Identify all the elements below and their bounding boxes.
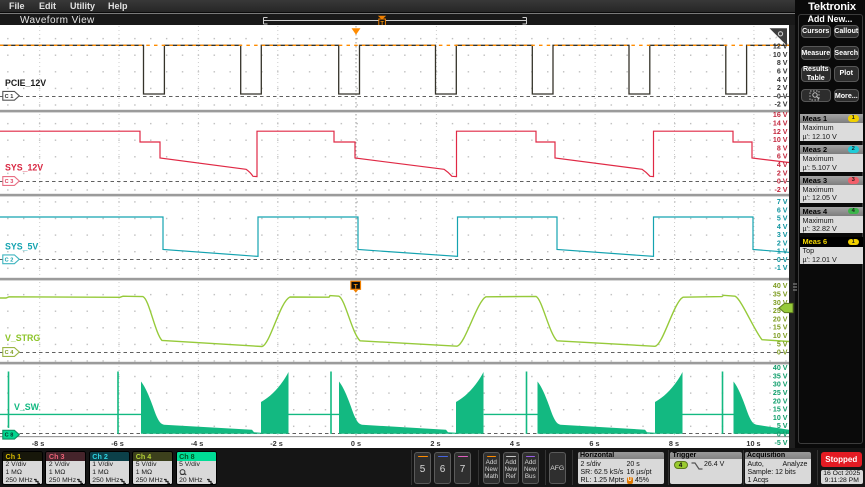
svg-text:-2 s: -2 s xyxy=(270,439,283,448)
svg-text:30 V: 30 V xyxy=(773,381,788,389)
svg-text:C 4: C 4 xyxy=(5,350,15,356)
svg-text:-1 V: -1 V xyxy=(774,264,787,272)
svg-text:7 V: 7 V xyxy=(777,198,788,206)
svg-text:40 V: 40 V xyxy=(773,282,788,290)
svg-text:10 V: 10 V xyxy=(773,414,788,422)
svg-text:4 s: 4 s xyxy=(510,439,520,448)
svg-text:15 V: 15 V xyxy=(773,324,788,332)
svg-text:40 V: 40 V xyxy=(773,364,788,372)
svg-text:8 s: 8 s xyxy=(669,439,679,448)
svg-text:-5 V: -5 V xyxy=(774,439,787,447)
svg-text:PCIE_12V: PCIE_12V xyxy=(5,78,46,88)
svg-text:14 V: 14 V xyxy=(773,120,788,128)
svg-text:10 V: 10 V xyxy=(773,51,788,59)
svg-text:1 V: 1 V xyxy=(777,248,788,256)
svg-text:6 V: 6 V xyxy=(777,153,788,161)
svg-text:C 1: C 1 xyxy=(5,94,14,100)
svg-text:-4 s: -4 s xyxy=(191,439,204,448)
svg-text:C 3: C 3 xyxy=(5,179,14,185)
svg-text:20 V: 20 V xyxy=(773,397,788,405)
svg-text:20 V: 20 V xyxy=(773,315,788,323)
svg-text:4 V: 4 V xyxy=(777,223,788,231)
svg-text:2 V: 2 V xyxy=(777,169,788,177)
svg-text:15 V: 15 V xyxy=(773,406,788,414)
svg-text:-2 V: -2 V xyxy=(774,101,787,109)
svg-text:-6 s: -6 s xyxy=(111,439,124,448)
svg-text:8 V: 8 V xyxy=(777,59,788,67)
svg-text:6 V: 6 V xyxy=(777,68,788,76)
svg-text:0 V: 0 V xyxy=(777,92,788,100)
svg-text:0 V: 0 V xyxy=(777,431,788,439)
svg-text:3 V: 3 V xyxy=(777,231,788,239)
svg-text:10 s: 10 s xyxy=(746,439,760,448)
svg-text:2 V: 2 V xyxy=(777,239,788,247)
svg-text:6 s: 6 s xyxy=(589,439,599,448)
svg-text:10 V: 10 V xyxy=(773,332,788,340)
svg-text:35 V: 35 V xyxy=(773,372,788,380)
svg-text:5 V: 5 V xyxy=(777,215,788,223)
svg-text:10 V: 10 V xyxy=(773,136,788,144)
svg-text:5 V: 5 V xyxy=(777,422,788,430)
svg-text:C 2: C 2 xyxy=(5,257,14,263)
svg-text:4 V: 4 V xyxy=(777,161,788,169)
svg-text:V_STRG: V_STRG xyxy=(5,333,40,343)
svg-text:6 V: 6 V xyxy=(777,207,788,215)
svg-text:C 8: C 8 xyxy=(5,433,14,439)
svg-text:12 V: 12 V xyxy=(773,128,788,136)
svg-text:4 V: 4 V xyxy=(777,76,788,84)
svg-text:V_SW: V_SW xyxy=(14,402,40,412)
svg-text:0 V: 0 V xyxy=(777,256,788,264)
svg-text:0 V: 0 V xyxy=(777,178,788,186)
svg-text:25 V: 25 V xyxy=(773,389,788,397)
svg-text:0 V: 0 V xyxy=(777,349,788,357)
svg-text:0 s: 0 s xyxy=(351,439,361,448)
svg-text:-2 V: -2 V xyxy=(774,186,787,194)
svg-text:5 V: 5 V xyxy=(777,340,788,348)
svg-text:-8 s: -8 s xyxy=(32,439,45,448)
svg-text:SYS_5V: SYS_5V xyxy=(5,242,38,252)
svg-text:8 V: 8 V xyxy=(777,144,788,152)
svg-text:2 V: 2 V xyxy=(777,84,788,92)
svg-text:16 V: 16 V xyxy=(773,111,788,119)
svg-text:SYS_12V: SYS_12V xyxy=(5,163,43,173)
svg-text:2 s: 2 s xyxy=(430,439,440,448)
svg-text:35 V: 35 V xyxy=(773,291,788,299)
